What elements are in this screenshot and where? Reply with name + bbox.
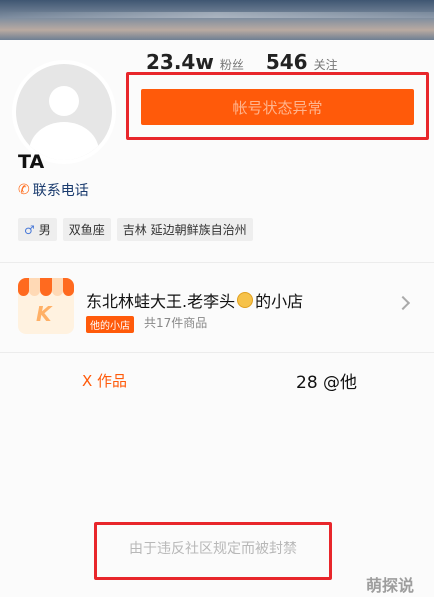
followers-label: 粉丝 [219,58,244,72]
shop-logo: K [18,278,74,334]
profile-card: 23.4w 粉丝 546 关注 帐号状态异常 TA ✆ 联系电话 ♂ 男 双鱼座… [0,40,434,597]
followers-stat[interactable]: 23.4w 粉丝 [146,50,244,74]
divider [0,352,434,353]
shop-logo-letter: K [36,302,52,326]
shop-name-suffix: 的小店 [255,292,304,311]
tag-gender-label: 男 [38,223,51,237]
following-label: 关注 [313,58,338,72]
followers-count: 23.4w [146,50,214,74]
contact-phone-link[interactable]: ✆ 联系电话 [18,180,89,200]
divider [0,262,434,263]
phone-icon: ✆ [18,182,30,198]
tab-works[interactable]: X 作品 [82,370,127,391]
cover-image [0,0,434,40]
ban-notice: 由于违反社区规定而被封禁 [129,541,297,557]
watermark: 萌探说 [366,576,415,595]
face-emoji-icon [237,292,254,308]
profile-stats: 23.4w 粉丝 546 关注 [146,50,338,74]
profile-tags: ♂ 男 双鱼座 吉林 延边朝鲜族自治州 [18,218,253,241]
shop-awning [18,278,74,296]
avatar[interactable] [12,60,116,164]
male-icon: ♂ [24,222,35,237]
following-stat[interactable]: 546 关注 [266,50,338,74]
tag-gender: ♂ 男 [18,218,57,241]
shop-product-count: 共17件商品 [144,316,208,330]
avatar-head [49,86,79,116]
chevron-right-icon [395,295,411,311]
tag-location: 吉林 延边朝鲜族自治州 [116,218,253,241]
tag-zodiac: 双鱼座 [62,218,111,241]
contact-label: 联系电话 [32,183,89,199]
shop-name: 东北林蛙大王.老李头 的小店 [86,288,303,312]
account-status-button[interactable]: 帐号状态异常 [141,89,414,125]
shop-badge: 他的小店 [86,316,134,333]
cover-highlight [0,12,434,18]
following-count: 546 [265,50,308,74]
tab-mentions[interactable]: 28 @他 [296,368,357,393]
username: TA [18,151,45,173]
shop-owner-name: 东北林蛙大王.老李头 [86,292,236,311]
shop-entry[interactable]: K 东北林蛙大王.老李头 的小店 他的小店 共17件商品 [0,264,434,352]
